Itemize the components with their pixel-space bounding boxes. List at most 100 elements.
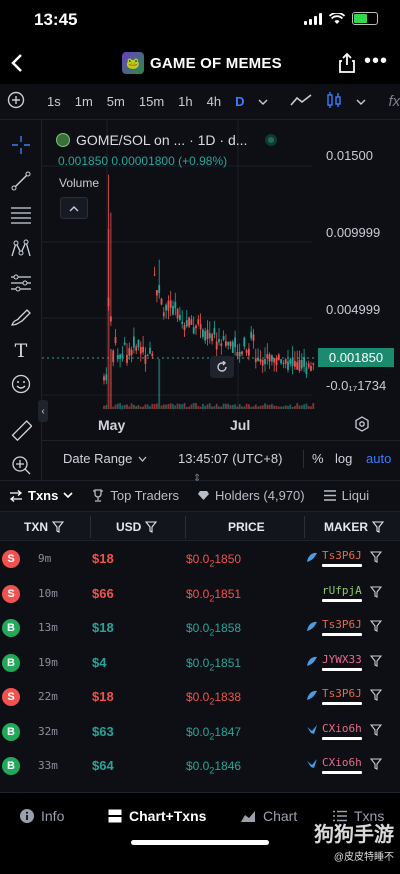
table-row[interactable]: S 22m $18 $0.021838 Ts3P6J: [0, 680, 400, 714]
nav-chart[interactable]: Chart: [240, 808, 297, 824]
emoji-tool[interactable]: [10, 373, 32, 395]
collapse-legend-button[interactable]: [60, 197, 88, 219]
volume-bar: [137, 405, 140, 409]
maker-address[interactable]: CXio6h: [322, 722, 362, 735]
filter-icon[interactable]: [370, 758, 382, 770]
volume-bar: [158, 359, 161, 409]
price-chart[interactable]: GOME/SOL on ... · 1D · d... 0.001850 0.0…: [42, 120, 400, 440]
percent-toggle[interactable]: %: [312, 451, 324, 466]
brush-icon: [11, 309, 31, 326]
candle-body: [296, 362, 299, 370]
filter-icon[interactable]: [370, 551, 382, 563]
txn-usd: $18: [92, 689, 114, 704]
tab-holders[interactable]: Holders (4,970): [188, 488, 314, 503]
resize-handle-icon[interactable]: ⇕: [193, 473, 201, 484]
price-prefix: $0.0: [186, 552, 210, 566]
col-maker[interactable]: MAKER: [324, 520, 384, 534]
candle-body: [289, 359, 292, 364]
table-row[interactable]: B 32m $63 $0.021847 CXio6h: [0, 715, 400, 749]
more-menu-button[interactable]: •••: [364, 50, 388, 73]
table-row[interactable]: B 13m $18 $0.021858 Ts3P6J: [0, 611, 400, 645]
table-row[interactable]: S 10m $66 $0.021851 rUfpjA: [0, 577, 400, 611]
maker-address[interactable]: Ts3P6J: [322, 549, 362, 562]
projection-tool[interactable]: [10, 272, 32, 294]
filter-icon[interactable]: [370, 723, 382, 736]
maker-address[interactable]: rUfpjA: [322, 584, 362, 597]
table-row[interactable]: B 19m $4 $0.021851 JYWX33: [0, 646, 400, 680]
maker-address[interactable]: Ts3P6J: [322, 687, 362, 700]
maker-address[interactable]: JYWX33: [322, 653, 362, 666]
candle-body: [139, 347, 142, 354]
date-range-button[interactable]: Date Range: [63, 451, 147, 466]
maker-activity-bar: [322, 736, 362, 740]
brush-tool[interactable]: [10, 306, 32, 328]
trendline-tool[interactable]: [10, 170, 32, 192]
home-indicator[interactable]: [131, 840, 269, 845]
add-indicator-button[interactable]: [0, 91, 32, 112]
drawbar-collapse-button[interactable]: ‹: [38, 400, 48, 422]
interval-dropdown[interactable]: [251, 94, 275, 109]
filter-icon[interactable]: [370, 620, 382, 632]
info-icon: [20, 809, 34, 823]
volume-bar: [103, 405, 105, 409]
candle-chart-button[interactable]: [319, 91, 349, 112]
nav-info[interactable]: Info: [20, 808, 64, 824]
crosshair-tool[interactable]: [10, 134, 32, 156]
chart-settings-button[interactable]: [354, 416, 370, 435]
nav-label: Info: [41, 808, 65, 824]
filter-icon[interactable]: [370, 585, 382, 598]
pattern-tool[interactable]: [10, 238, 32, 260]
table-row[interactable]: S 9m $18 $0.021850 Ts3P6J: [0, 542, 400, 576]
maker-activity-bar: [322, 702, 362, 705]
nav-chart-txns[interactable]: Chart+Txns: [108, 808, 206, 824]
volume-bar: [259, 405, 262, 409]
volume-bar: [231, 404, 234, 409]
col-label: MAKER: [324, 520, 368, 534]
txn-type-badge: S: [2, 550, 20, 568]
interval-d[interactable]: D: [228, 94, 251, 109]
interval-1s[interactable]: 1s: [40, 94, 68, 109]
interval-15m[interactable]: 15m: [132, 94, 171, 109]
volume-bar: [264, 403, 266, 409]
filter-icon[interactable]: [370, 689, 382, 701]
chart-type-dropdown[interactable]: [349, 94, 373, 109]
tab-liquidity[interactable]: Liqui: [314, 488, 378, 503]
back-button[interactable]: [10, 52, 24, 80]
share-icon[interactable]: [338, 52, 356, 74]
log-toggle[interactable]: log: [335, 451, 352, 466]
auto-toggle[interactable]: auto: [366, 451, 391, 466]
smiley-icon: [11, 374, 31, 394]
interval-5m[interactable]: 5m: [100, 94, 132, 109]
candle-body: [211, 334, 213, 342]
table-row[interactable]: B 33m $64 $0.021846 CXio6h: [0, 749, 400, 783]
maker-address[interactable]: Ts3P6J: [322, 618, 362, 631]
bird-icon: [307, 759, 317, 768]
volume-bar: [222, 403, 225, 409]
ruler-tool[interactable]: [10, 420, 32, 442]
interval-1m[interactable]: 1m: [68, 94, 100, 109]
fib-tool[interactable]: [10, 204, 32, 226]
tab-txns[interactable]: Txns: [0, 488, 82, 503]
candle-body: [266, 354, 269, 359]
zoom-tool[interactable]: [10, 454, 32, 476]
interval-4h[interactable]: 4h: [200, 94, 228, 109]
candle-body: [165, 304, 167, 311]
status-icons: [304, 12, 378, 25]
candle-body: [149, 347, 151, 354]
line-chart-button[interactable]: [283, 93, 319, 110]
interval-1h[interactable]: 1h: [171, 94, 199, 109]
col-txn[interactable]: TXN: [24, 520, 64, 534]
reset-chart-button[interactable]: [210, 356, 234, 378]
candle-body: [202, 329, 204, 337]
filter-icon[interactable]: [370, 654, 382, 667]
text-tool-icon[interactable]: T: [10, 340, 32, 362]
tab-top-traders[interactable]: Top Traders: [82, 488, 188, 503]
price-prefix: $0.0: [186, 690, 210, 704]
watermark: 狗狗手游 @皮皮特睡不: [314, 818, 394, 863]
indicators-button[interactable]: fx: [381, 93, 400, 110]
timezone-clock[interactable]: 13:45:07 (UTC+8): [178, 451, 282, 466]
maker-address[interactable]: CXio6h: [322, 756, 362, 769]
candle-body: [133, 336, 135, 348]
col-usd[interactable]: USD: [116, 520, 158, 534]
volume-bar: [307, 406, 310, 409]
